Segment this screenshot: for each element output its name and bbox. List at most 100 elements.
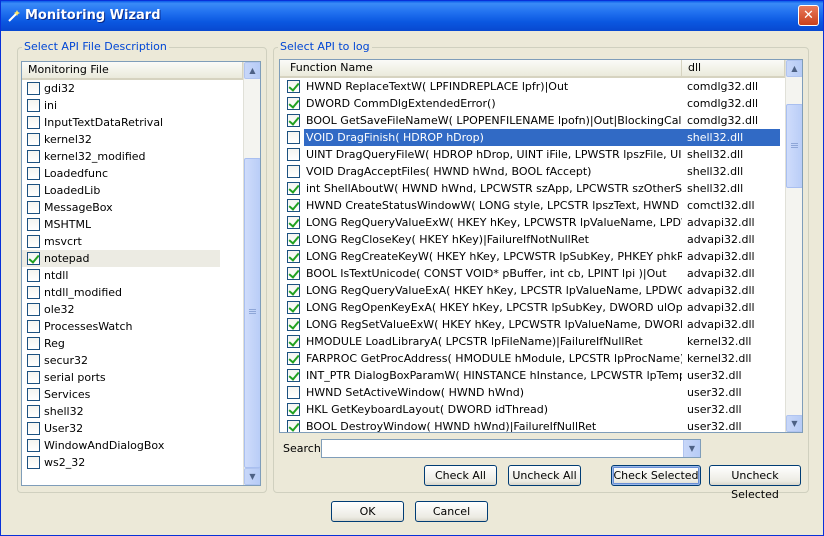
api-function-row[interactable]: int ShellAboutW( HWND hWnd, LPCWSTR szAp…: [280, 180, 785, 197]
api-function-checkbox[interactable]: [287, 148, 300, 161]
monitoring-file-checkbox[interactable]: [27, 269, 40, 282]
api-function-checkbox[interactable]: [287, 284, 300, 297]
monitoring-file-checkbox[interactable]: [27, 99, 40, 112]
api-function-row[interactable]: LONG RegOpenKeyExA( HKEY hKey, LPCSTR lp…: [280, 299, 785, 316]
search-dropdown-button[interactable]: ▼: [683, 440, 700, 457]
monitoring-file-item[interactable]: gdi32: [22, 80, 220, 97]
monitoring-file-checkbox[interactable]: [27, 456, 40, 469]
monitoring-file-checkbox[interactable]: [27, 82, 40, 95]
api-function-row[interactable]: HMODULE LoadLibraryA( LPCSTR lpFileName)…: [280, 333, 785, 350]
monitoring-file-item[interactable]: notepad: [22, 250, 220, 267]
api-function-row[interactable]: VOID DragAcceptFiles( HWND hWnd, BOOL fA…: [280, 163, 785, 180]
column-function-name[interactable]: Function Name: [280, 60, 682, 76]
api-function-checkbox[interactable]: [287, 216, 300, 229]
api-function-checkbox[interactable]: [287, 250, 300, 263]
uncheck-selected-button[interactable]: Uncheck Selected: [709, 465, 801, 501]
api-function-row[interactable]: LONG RegSetValueExW( HKEY hKey, LPCWSTR …: [280, 316, 785, 333]
monitoring-file-item[interactable]: Loadedfunc: [22, 165, 220, 182]
monitoring-file-item[interactable]: msvcrt: [22, 233, 220, 250]
api-function-checkbox[interactable]: [287, 182, 300, 195]
api-function-checkbox[interactable]: [287, 80, 300, 93]
monitoring-file-checkbox[interactable]: [27, 337, 40, 350]
api-function-row[interactable]: INT_PTR DialogBoxParamW( HINSTANCE hInst…: [280, 367, 785, 384]
check-all-button[interactable]: Check All: [424, 465, 497, 486]
api-function-row[interactable]: BOOL IsTextUnicode( CONST VOID* pBuffer,…: [280, 265, 785, 282]
api-function-row[interactable]: HKL GetKeyboardLayout( DWORD idThread) us…: [280, 401, 785, 418]
scroll-up-button[interactable]: ▲: [786, 60, 802, 77]
scroll-down-button[interactable]: ▼: [244, 468, 260, 485]
monitoring-file-checkbox[interactable]: [27, 133, 40, 146]
api-function-row[interactable]: BOOL GetSaveFileNameW( LPOPENFILENAME lp…: [280, 112, 785, 129]
api-function-checkbox[interactable]: [287, 199, 300, 212]
scroll-thumb[interactable]: [244, 158, 260, 468]
scroll-up-button[interactable]: ▲: [244, 62, 260, 79]
scroll-down-button[interactable]: ▼: [786, 415, 802, 432]
api-function-row[interactable]: HWND SetActiveWindow( HWND hWnd) user32.d…: [280, 384, 785, 401]
monitoring-file-checkbox[interactable]: [27, 218, 40, 231]
monitoring-file-checkbox[interactable]: [27, 303, 40, 316]
api-function-row[interactable]: FARPROC GetProcAddress( HMODULE hModule,…: [280, 350, 785, 367]
monitoring-file-item[interactable]: serial ports: [22, 369, 220, 386]
api-function-checkbox[interactable]: [287, 97, 300, 110]
monitoring-file-checkbox[interactable]: [27, 167, 40, 180]
api-function-row[interactable]: HWND ReplaceTextW( LPFINDREPLACE lpfr)|O…: [280, 78, 785, 95]
monitoring-file-item[interactable]: User32: [22, 420, 220, 437]
check-selected-button[interactable]: Check Selected: [611, 465, 701, 486]
monitoring-file-checkbox[interactable]: [27, 354, 40, 367]
api-function-checkbox[interactable]: [287, 369, 300, 382]
api-function-row[interactable]: LONG RegQueryValueExA( HKEY hKey, LPCSTR…: [280, 282, 785, 299]
api-function-row[interactable]: DWORD CommDlgExtendedError() comdlg32.dll: [280, 95, 785, 112]
monitoring-file-list[interactable]: Monitoring File gdi32 ini InputTextDataRet…: [21, 61, 261, 486]
monitoring-file-item[interactable]: Reg: [22, 335, 220, 352]
monitoring-file-item[interactable]: MSHTML: [22, 216, 220, 233]
monitoring-file-checkbox[interactable]: [27, 116, 40, 129]
api-function-row[interactable]: UINT DragQueryFileW( HDROP hDrop, UINT i…: [280, 146, 785, 163]
monitoring-file-item[interactable]: ProcessesWatch: [22, 318, 220, 335]
cancel-button[interactable]: Cancel: [415, 501, 488, 522]
api-function-row[interactable]: LONG RegCreateKeyW( HKEY hKey, LPCWSTR l…: [280, 248, 785, 265]
monitoring-file-item[interactable]: WindowAndDialogBox: [22, 437, 220, 454]
monitoring-file-checkbox[interactable]: [27, 388, 40, 401]
api-function-checkbox[interactable]: [287, 165, 300, 178]
monitoring-file-item[interactable]: LoadedLib: [22, 182, 220, 199]
monitoring-file-item[interactable]: secur32: [22, 352, 220, 369]
monitoring-file-checkbox[interactable]: [27, 320, 40, 333]
api-function-checkbox[interactable]: [287, 420, 300, 432]
api-function-row[interactable]: BOOL DestroyWindow( HWND hWnd)|FailureIf…: [280, 418, 785, 432]
monitoring-file-item[interactable]: kernel32_modified: [22, 148, 220, 165]
api-function-row[interactable]: LONG RegQueryValueExW( HKEY hKey, LPCWST…: [280, 214, 785, 231]
monitoring-file-item[interactable]: shell32: [22, 403, 220, 420]
monitoring-file-checkbox[interactable]: [27, 184, 40, 197]
monitoring-file-checkbox[interactable]: [27, 150, 40, 163]
api-function-checkbox[interactable]: [287, 352, 300, 365]
close-button[interactable]: ✕: [798, 5, 819, 26]
column-monitoring-file[interactable]: Monitoring File: [22, 62, 243, 78]
monitoring-file-checkbox[interactable]: [27, 286, 40, 299]
ok-button[interactable]: OK: [331, 501, 404, 522]
api-function-checkbox[interactable]: [287, 233, 300, 246]
api-function-checkbox[interactable]: [287, 131, 300, 144]
monitoring-file-item[interactable]: ntdll: [22, 267, 220, 284]
column-dll[interactable]: dll: [682, 60, 785, 76]
api-function-row[interactable]: LONG RegCloseKey( HKEY hKey)|FailureIfNo…: [280, 231, 785, 248]
api-function-checkbox[interactable]: [287, 318, 300, 331]
api-function-row[interactable]: HWND CreateStatusWindowW( LONG style, LP…: [280, 197, 785, 214]
api-function-checkbox[interactable]: [287, 267, 300, 280]
monitoring-file-checkbox[interactable]: [27, 371, 40, 384]
monitoring-file-checkbox[interactable]: [27, 235, 40, 248]
monitoring-file-item[interactable]: ws2_32: [22, 454, 220, 471]
monitoring-file-item[interactable]: ole32: [22, 301, 220, 318]
monitoring-file-item[interactable]: kernel32: [22, 131, 220, 148]
monitoring-file-item[interactable]: InputTextDataRetrival: [22, 114, 220, 131]
monitoring-file-item[interactable]: Services: [22, 386, 220, 403]
monitoring-file-item[interactable]: ini: [22, 97, 220, 114]
monitoring-file-item[interactable]: MessageBox: [22, 199, 220, 216]
api-function-list[interactable]: Function Name dll HWND ReplaceTextW( LPF…: [279, 59, 803, 433]
title-bar[interactable]: Monitoring Wizard ✕: [1, 1, 823, 31]
monitoring-file-checkbox[interactable]: [27, 252, 40, 265]
monitoring-file-checkbox[interactable]: [27, 422, 40, 435]
api-function-checkbox[interactable]: [287, 403, 300, 416]
scroll-thumb[interactable]: [786, 104, 802, 188]
monitoring-file-checkbox[interactable]: [27, 405, 40, 418]
api-function-checkbox[interactable]: [287, 386, 300, 399]
